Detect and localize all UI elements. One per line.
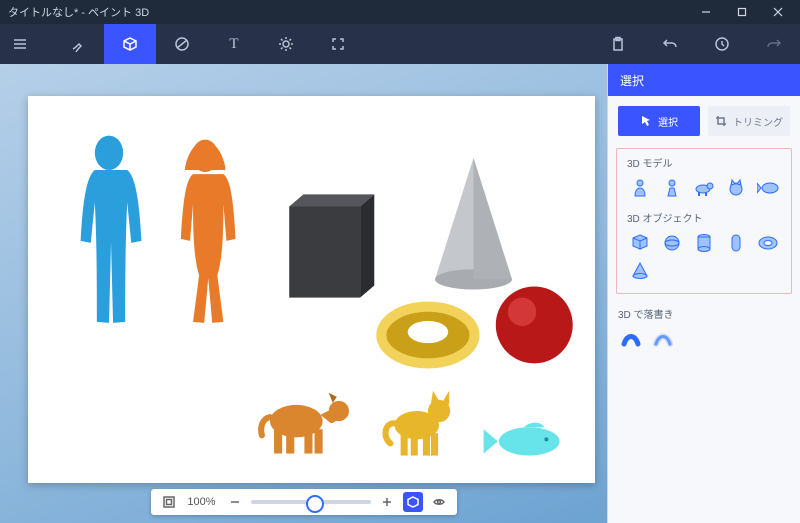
section-3d-doodle-title: 3D で落書き xyxy=(618,306,790,321)
app-body: 100% 選択 xyxy=(0,64,800,523)
clipboard-icon xyxy=(610,36,626,52)
object-woman-orange[interactable] xyxy=(181,140,236,323)
title-bar: タイトルなし* - ペイント 3D xyxy=(0,0,800,24)
section-3d-objects-title: 3D オブジェクト xyxy=(627,210,781,225)
text-icon: T xyxy=(229,36,238,53)
paste-tool[interactable] xyxy=(592,24,644,64)
fit-icon xyxy=(163,496,175,508)
object-sphere-red[interactable] xyxy=(496,286,573,363)
brush-icon xyxy=(70,36,86,52)
history-icon xyxy=(714,36,730,52)
undo-icon xyxy=(662,36,678,52)
zoom-fit-button[interactable] xyxy=(159,492,179,512)
window-title: タイトルなし* - ペイント 3D xyxy=(4,4,688,20)
redo-tool[interactable] xyxy=(748,24,800,64)
object-cylinder[interactable] xyxy=(691,231,717,255)
3d-shapes-tool[interactable] xyxy=(104,24,156,64)
history-tool[interactable] xyxy=(696,24,748,64)
redo-icon xyxy=(766,36,782,52)
model-man[interactable] xyxy=(627,176,653,200)
object-cone-grey[interactable] xyxy=(435,158,512,290)
paint3d-window: タイトルなし* - ペイント 3D T xyxy=(0,0,800,523)
stickers-tool[interactable] xyxy=(156,24,208,64)
model-fish[interactable] xyxy=(755,176,781,200)
object-cube[interactable] xyxy=(627,231,653,255)
object-sphere[interactable] xyxy=(659,231,685,255)
maximize-button[interactable] xyxy=(724,0,760,24)
canvas-content xyxy=(28,96,595,483)
section-3d-doodle: 3D で落書き xyxy=(608,300,800,361)
object-cone[interactable] xyxy=(627,259,653,283)
object-cube-dark[interactable] xyxy=(289,194,374,297)
brushes-tool[interactable] xyxy=(52,24,104,64)
circle-cross-icon xyxy=(174,36,190,52)
zoom-out-button[interactable] xyxy=(225,492,245,512)
tab-select[interactable]: 選択 xyxy=(618,106,700,136)
cursor-icon xyxy=(640,115,652,127)
minus-icon xyxy=(229,496,241,508)
object-torus[interactable] xyxy=(755,231,781,255)
zoom-in-button[interactable] xyxy=(377,492,397,512)
canvas-area: 100% xyxy=(0,64,607,523)
zoom-slider[interactable] xyxy=(251,500,371,504)
object-cat-gold[interactable] xyxy=(385,391,450,456)
model-cat[interactable] xyxy=(723,176,749,200)
view-eye-button[interactable] xyxy=(429,492,449,512)
zoom-bar: 100% xyxy=(151,489,457,515)
side-panel: 選択 選択 トリミング 3D モデル xyxy=(607,64,800,523)
object-man-blue[interactable] xyxy=(81,136,142,323)
crop-icon xyxy=(715,115,727,127)
model-woman[interactable] xyxy=(659,176,685,200)
panel-tabs: 選択 トリミング xyxy=(608,96,800,148)
hamburger-icon xyxy=(12,36,28,52)
cube-icon xyxy=(122,36,138,52)
doodle-tube-brush[interactable] xyxy=(618,327,644,351)
object-dog-orange[interactable] xyxy=(261,393,349,454)
effects-tool[interactable] xyxy=(260,24,312,64)
object-capsule[interactable] xyxy=(723,231,749,255)
zoom-slider-thumb[interactable] xyxy=(306,495,324,513)
main-toolbar: T xyxy=(0,24,800,64)
plus-icon xyxy=(381,496,393,508)
minimize-button[interactable] xyxy=(688,0,724,24)
menu-button[interactable] xyxy=(0,24,40,64)
undo-tool[interactable] xyxy=(644,24,696,64)
model-dog[interactable] xyxy=(691,176,717,200)
close-button[interactable] xyxy=(760,0,796,24)
panel-header: 選択 xyxy=(608,64,800,96)
section-3d-models: 3D モデル 3D オブジェクト xyxy=(616,148,792,294)
object-fish-cyan[interactable] xyxy=(484,423,560,456)
tab-crop[interactable]: トリミング xyxy=(708,106,790,136)
canvas[interactable] xyxy=(28,96,595,483)
doodle-sharp-brush[interactable] xyxy=(650,327,676,351)
section-3d-models-title: 3D モデル xyxy=(627,155,781,170)
canvas-tool[interactable] xyxy=(312,24,364,64)
zoom-value: 100% xyxy=(185,496,219,508)
tab-select-label: 選択 xyxy=(658,114,678,129)
expand-icon xyxy=(330,36,346,52)
view-3d-button[interactable] xyxy=(403,492,423,512)
object-torus-gold[interactable] xyxy=(381,307,474,364)
tab-crop-label: トリミング xyxy=(733,114,783,129)
text-tool[interactable]: T xyxy=(208,24,260,64)
eye-icon xyxy=(433,496,445,508)
sun-icon xyxy=(278,36,294,52)
cube-small-icon xyxy=(407,496,419,508)
